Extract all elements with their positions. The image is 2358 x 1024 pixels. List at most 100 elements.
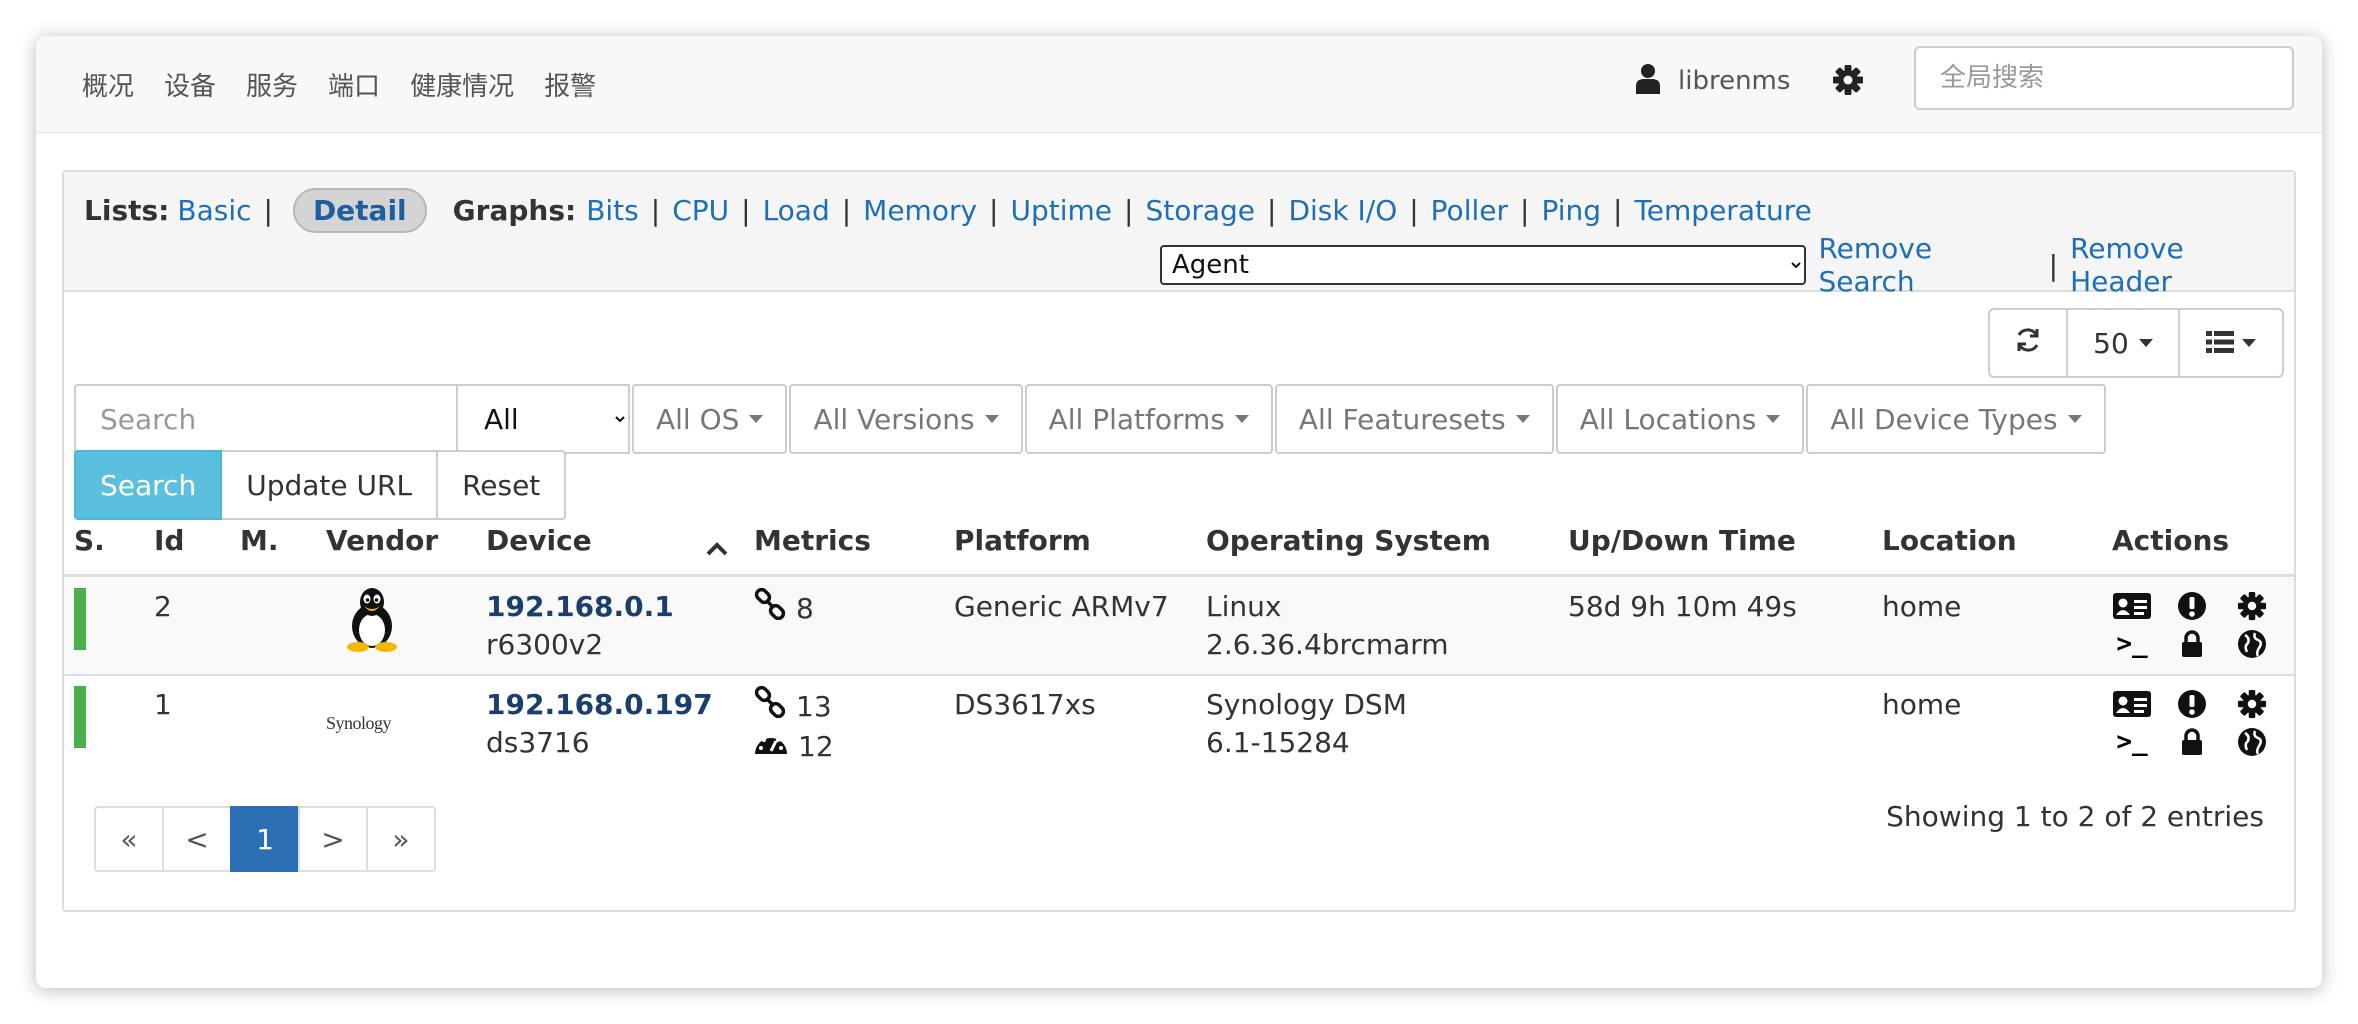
device-type-filter-dropdown[interactable]: All Device Types bbox=[1806, 384, 2106, 454]
ports-metric[interactable]: 8 bbox=[754, 587, 814, 630]
device-location: home bbox=[1882, 590, 1962, 623]
device-metrics: 8 bbox=[754, 587, 814, 630]
col-header-platform[interactable]: Platform bbox=[954, 524, 1091, 557]
col-header-id[interactable]: Id bbox=[154, 524, 184, 557]
refresh-icon bbox=[2013, 325, 2043, 362]
col-header-os[interactable]: Operating System bbox=[1206, 524, 1491, 557]
chevron-down-icon bbox=[1766, 415, 1781, 423]
device-details-icon[interactable] bbox=[2112, 686, 2152, 722]
page-last-button[interactable]: » bbox=[366, 806, 436, 872]
page-size-dropdown[interactable]: 50 bbox=[2068, 308, 2180, 378]
linux-tux-icon bbox=[344, 586, 400, 662]
lock-icon[interactable] bbox=[2172, 626, 2212, 662]
nav-item-overview[interactable]: 概况 bbox=[82, 66, 134, 103]
remove-search-link[interactable]: Remove Search bbox=[1818, 232, 2036, 298]
device-hostname-link[interactable]: 192.168.0.197 bbox=[486, 688, 713, 721]
device-info: 192.168.0.1 r6300v2 bbox=[486, 588, 674, 664]
graph-link-temperature[interactable]: Temperature bbox=[1634, 194, 1811, 227]
ports-metric[interactable]: 13 bbox=[754, 685, 834, 728]
sensors-metric[interactable]: 12 bbox=[754, 728, 834, 766]
settings-gear-icon[interactable] bbox=[2232, 588, 2272, 624]
chevron-down-icon bbox=[2138, 339, 2153, 347]
reset-button[interactable]: Reset bbox=[438, 450, 567, 520]
detail-view-link[interactable]: Detail bbox=[292, 188, 427, 233]
graph-link-cpu[interactable]: CPU bbox=[672, 194, 729, 227]
col-header-actions: Actions bbox=[2112, 524, 2230, 557]
user-icon bbox=[1636, 64, 1660, 98]
device-os: Linux 2.6.36.4brcmarm bbox=[1206, 588, 1449, 664]
graph-link-diskio[interactable]: Disk I/O bbox=[1288, 194, 1397, 227]
globe-icon[interactable] bbox=[2232, 626, 2272, 662]
page-prev-button[interactable]: < bbox=[162, 806, 232, 872]
nav-item-ports[interactable]: 端口 bbox=[328, 66, 380, 103]
chevron-down-icon bbox=[749, 415, 764, 423]
device-hostname-link[interactable]: 192.168.0.1 bbox=[486, 590, 674, 623]
graph-type-select[interactable]: Agent bbox=[1160, 245, 1807, 285]
graph-link-memory[interactable]: Memory bbox=[863, 194, 977, 227]
os-filter-dropdown[interactable]: All OS bbox=[632, 384, 788, 454]
main-nav: 概况 设备 服务 端口 健康情况 报警 bbox=[82, 66, 596, 103]
nav-item-health[interactable]: 健康情况 bbox=[410, 66, 514, 103]
col-header-maint[interactable]: M. bbox=[240, 524, 279, 557]
globe-icon[interactable] bbox=[2232, 724, 2272, 760]
nav-item-services[interactable]: 服务 bbox=[246, 66, 298, 103]
nav-item-alerts[interactable]: 报警 bbox=[544, 66, 596, 103]
refresh-button[interactable] bbox=[1988, 308, 2068, 378]
remove-header-link[interactable]: Remove Header bbox=[2070, 232, 2294, 298]
lock-icon[interactable] bbox=[2172, 724, 2212, 760]
sort-asc-icon[interactable] bbox=[706, 530, 728, 563]
version-filter-dropdown[interactable]: All Versions bbox=[789, 384, 1023, 454]
featureset-filter-dropdown[interactable]: All Featuresets bbox=[1274, 384, 1554, 454]
graph-link-storage[interactable]: Storage bbox=[1145, 194, 1255, 227]
device-details-icon[interactable] bbox=[2112, 588, 2152, 624]
columns-dropdown[interactable] bbox=[2180, 308, 2284, 378]
chevron-down-icon bbox=[2067, 415, 2082, 423]
col-header-location[interactable]: Location bbox=[1882, 524, 2017, 557]
graph-link-poller[interactable]: Poller bbox=[1431, 194, 1508, 227]
graph-link-bits[interactable]: Bits bbox=[586, 194, 639, 227]
app-window: 概况 设备 服务 端口 健康情况 报警 librenms 全局搜索 Lists:… bbox=[36, 36, 2322, 988]
devices-panel: Lists: Basic | Detail Graphs: Bits | CPU… bbox=[62, 170, 2296, 912]
table-row: 2 192.168.0.1 r6300v2 8 Generic ARMv7 Li… bbox=[64, 578, 2294, 676]
device-search-input[interactable] bbox=[74, 384, 458, 454]
settings-gear-icon[interactable] bbox=[1832, 64, 1864, 100]
synology-logo: Synology bbox=[326, 713, 392, 733]
platform-filter-dropdown[interactable]: All Platforms bbox=[1024, 384, 1273, 454]
location-filter-dropdown[interactable]: All Locations bbox=[1555, 384, 1805, 454]
featureset-filter-label: All Featuresets bbox=[1298, 402, 1506, 436]
terminal-prompt-icon[interactable]: >_ bbox=[2112, 724, 2152, 760]
settings-gear-icon[interactable] bbox=[2232, 686, 2272, 722]
page-first-button[interactable]: « bbox=[94, 806, 164, 872]
device-sysname: ds3716 bbox=[486, 726, 590, 759]
alert-exclamation-icon[interactable] bbox=[2172, 588, 2212, 624]
user-menu[interactable]: librenms bbox=[1636, 64, 1790, 98]
status-filter-select[interactable]: All bbox=[458, 384, 630, 454]
alert-exclamation-icon[interactable] bbox=[2172, 686, 2212, 722]
col-header-vendor[interactable]: Vendor bbox=[326, 524, 438, 557]
device-type-filter-label: All Device Types bbox=[1830, 402, 2058, 436]
os-name: Linux bbox=[1206, 590, 1282, 623]
filter-bar: All All OS All Versions All Platforms Al… bbox=[74, 384, 2106, 454]
list-graph-links: Lists: Basic | Detail Graphs: Bits | CPU… bbox=[84, 188, 1812, 233]
page-current-button[interactable]: 1 bbox=[230, 806, 300, 872]
col-header-device[interactable]: Device bbox=[486, 524, 592, 557]
separator: | bbox=[650, 194, 661, 227]
global-search-input[interactable] bbox=[1914, 46, 2294, 110]
graph-link-load[interactable]: Load bbox=[763, 194, 830, 227]
col-header-metrics[interactable]: Metrics bbox=[754, 524, 871, 557]
basic-view-link[interactable]: Basic bbox=[177, 194, 251, 227]
update-url-button[interactable]: Update URL bbox=[222, 450, 439, 520]
separator: | bbox=[841, 194, 852, 227]
col-header-uptime[interactable]: Up/Down Time bbox=[1568, 524, 1796, 557]
device-sysname: r6300v2 bbox=[486, 628, 604, 661]
search-button[interactable]: Search bbox=[74, 450, 223, 520]
graph-link-ping[interactable]: Ping bbox=[1541, 194, 1601, 227]
table-toolbar: 50 bbox=[1988, 308, 2284, 378]
link-icon bbox=[754, 587, 786, 630]
terminal-prompt-icon[interactable]: >_ bbox=[2112, 626, 2152, 662]
page-next-button[interactable]: > bbox=[298, 806, 368, 872]
nav-item-devices[interactable]: 设备 bbox=[164, 66, 216, 103]
col-header-status[interactable]: S. bbox=[74, 524, 105, 557]
device-metrics: 13 12 bbox=[754, 685, 834, 766]
graph-link-uptime[interactable]: Uptime bbox=[1010, 194, 1112, 227]
